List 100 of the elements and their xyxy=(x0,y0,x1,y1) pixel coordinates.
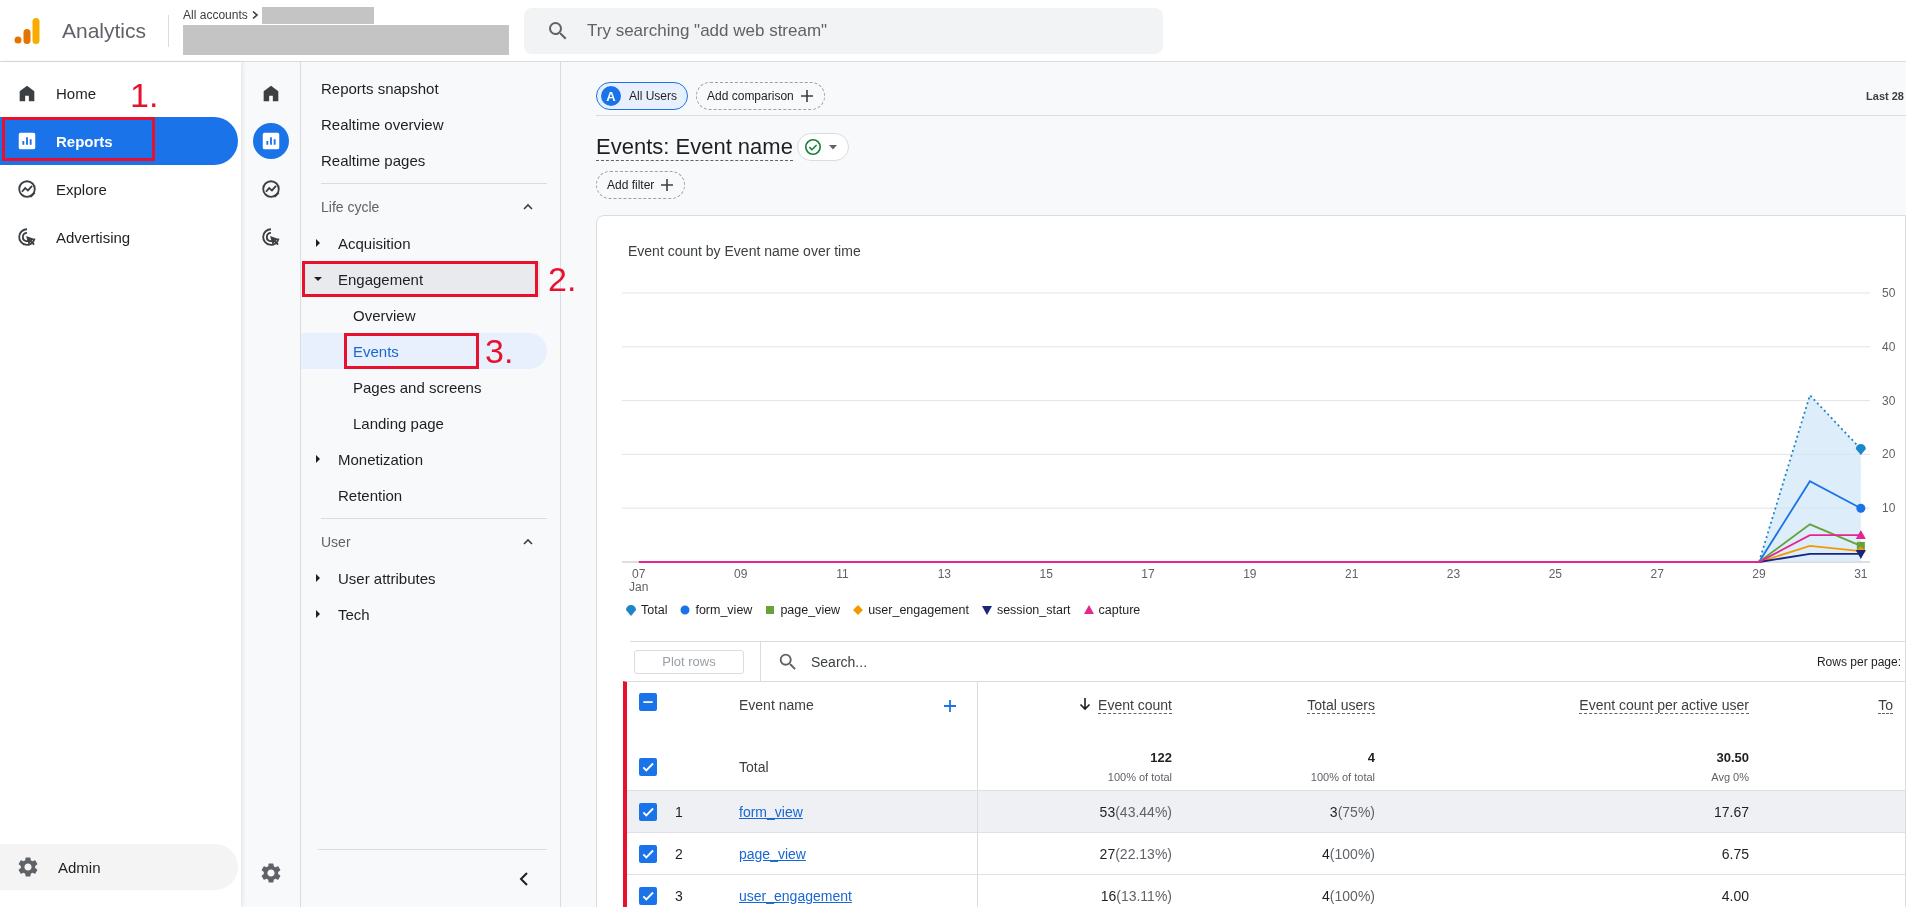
legend-label: capture xyxy=(1098,603,1141,617)
nav-group-item[interactable]: Retention xyxy=(302,477,540,513)
date-range[interactable]: Last 28 xyxy=(1866,90,1906,102)
nav-item[interactable]: Explore xyxy=(0,165,238,213)
cursor-target-icon xyxy=(16,226,38,248)
settings-icon xyxy=(16,855,40,879)
nav-group-item[interactable]: User attributes xyxy=(302,560,540,596)
table-cell: 53(43.44%) xyxy=(1099,803,1172,820)
x-tick-label: 27 xyxy=(1650,567,1664,581)
section-header[interactable]: User xyxy=(305,524,546,560)
table-cell: 4.00 xyxy=(1721,887,1749,904)
table-row[interactable]: 3 user_engagement 16(13.11%) 4(100%) 4.00 xyxy=(627,875,1905,907)
legend-label: session_start xyxy=(996,603,1071,617)
y-tick-label: 20 xyxy=(1882,447,1896,462)
table-cell: 4(100%) xyxy=(1322,887,1375,904)
nav-item[interactable]: Advertising xyxy=(0,213,238,261)
nav-item[interactable]: Landing page xyxy=(301,405,547,441)
section-title: User xyxy=(321,534,351,550)
search-input[interactable]: Try searching "add web stream" xyxy=(585,19,1164,42)
table-cell: 4(100%) xyxy=(1322,845,1375,862)
check-circle-icon xyxy=(803,138,822,156)
checkbox[interactable] xyxy=(639,886,657,905)
table-row[interactable]: 1 form_view 53(43.44%) 3(75%) 17.67 xyxy=(627,791,1905,833)
legend-label: Total xyxy=(641,603,668,617)
rail-button[interactable] xyxy=(252,123,289,159)
trend-circle-icon xyxy=(259,178,282,200)
checkbox[interactable] xyxy=(639,757,657,776)
y-tick-label: 40 xyxy=(1882,339,1896,354)
triangle-up-marker-icon xyxy=(1082,604,1095,616)
nav-group-item[interactable]: Acquisition xyxy=(302,225,540,261)
search-input[interactable]: Search... xyxy=(809,652,1077,671)
column-header[interactable]: Event count xyxy=(1098,697,1172,714)
checkbox[interactable] xyxy=(639,693,657,711)
annotation-number: 1. xyxy=(130,77,159,113)
column-header[interactable]: Total users xyxy=(1307,697,1375,714)
add-column-icon[interactable] xyxy=(943,699,957,713)
x-tick-label: 11 xyxy=(836,567,849,581)
x-tick-label: 29 xyxy=(1752,567,1766,581)
dot-marker-icon xyxy=(679,604,692,616)
nav-group-item[interactable]: Monetization xyxy=(302,441,540,477)
segment-badge: A xyxy=(601,86,621,106)
nav-item[interactable]: Realtime pages xyxy=(301,142,547,178)
x-tick-label: 07 Jan xyxy=(629,567,649,594)
column-header[interactable]: Event name xyxy=(739,697,814,713)
y-tick-label: 30 xyxy=(1882,393,1896,408)
x-tick-label: 31 xyxy=(1854,567,1868,581)
breadcrumb-link[interactable]: All accounts xyxy=(183,8,248,22)
diamond-marker-icon xyxy=(852,604,865,616)
plus-icon xyxy=(799,89,814,103)
x-tick-label: 23 xyxy=(1446,567,1461,581)
x-tick-label: 25 xyxy=(1548,567,1562,581)
event-name-link[interactable]: page_view xyxy=(739,845,806,862)
total-note: 100% of total xyxy=(1107,771,1172,783)
chevron-left-icon[interactable] xyxy=(518,870,530,887)
x-tick-label: 15 xyxy=(1039,567,1053,581)
total-note: Avg 0% xyxy=(1711,771,1749,783)
cursor-target-icon xyxy=(259,226,282,248)
triangle-up-marker-icon xyxy=(1855,530,1866,540)
report-title: Events: Event name xyxy=(596,133,793,161)
legend-label: page_view xyxy=(780,603,841,617)
nav-group-item[interactable]: Tech xyxy=(302,596,540,632)
square-marker-icon xyxy=(764,604,777,616)
event-name-link[interactable]: user_engagement xyxy=(739,887,852,904)
pin-marker-icon xyxy=(1855,444,1866,455)
app-name: Analytics xyxy=(62,18,147,43)
event-name-link[interactable]: form_view xyxy=(739,803,803,820)
row-index: 1 xyxy=(674,803,683,820)
nav-item[interactable]: Pages and screens xyxy=(301,369,547,405)
total-label: Total xyxy=(739,758,769,775)
column-header[interactable]: Event count per active user xyxy=(1579,697,1749,714)
total-value: 122 xyxy=(1150,750,1172,765)
row-index: 2 xyxy=(674,845,683,862)
x-tick-label: 19 xyxy=(1243,567,1257,581)
nav-item[interactable]: Realtime overview xyxy=(301,106,547,142)
checkbox[interactable] xyxy=(639,844,657,863)
table-cell: 6.75 xyxy=(1721,845,1749,862)
plus-icon xyxy=(660,178,675,192)
trend-circle-icon xyxy=(16,178,38,200)
search-field[interactable]: Try searching "add web stream" xyxy=(524,7,1164,54)
column-header[interactable]: To xyxy=(1878,697,1893,714)
chart-title: Event count by Event name over time xyxy=(627,242,862,261)
admin-nav-item[interactable]: Admin xyxy=(0,844,238,890)
square-marker-icon xyxy=(1856,541,1865,550)
table-search-field[interactable]: Search... xyxy=(777,650,1077,673)
table-cell: 17.67 xyxy=(1713,803,1749,820)
row-index: 3 xyxy=(674,887,683,904)
triangle-down-marker-icon xyxy=(980,604,993,616)
dot-marker-icon xyxy=(1856,503,1866,513)
rows-per-page-label: Rows per page: xyxy=(1816,654,1902,669)
segment-chip[interactable]: A All Users xyxy=(596,82,688,110)
section-header[interactable]: Life cycle xyxy=(305,189,546,225)
pin-marker-icon xyxy=(625,604,637,616)
status-dropdown[interactable] xyxy=(796,133,849,161)
nav-item[interactable]: Reports snapshot xyxy=(301,70,547,106)
checkbox[interactable] xyxy=(639,802,657,821)
table-row[interactable]: 2 page_view 27(22.13%) 4(100%) 6.75 xyxy=(627,833,1905,875)
logo-icon xyxy=(14,16,40,45)
nav-item[interactable]: Overview xyxy=(301,297,547,333)
x-tick-label: 09 xyxy=(733,567,748,581)
total-value: 30.50 xyxy=(1716,750,1749,765)
